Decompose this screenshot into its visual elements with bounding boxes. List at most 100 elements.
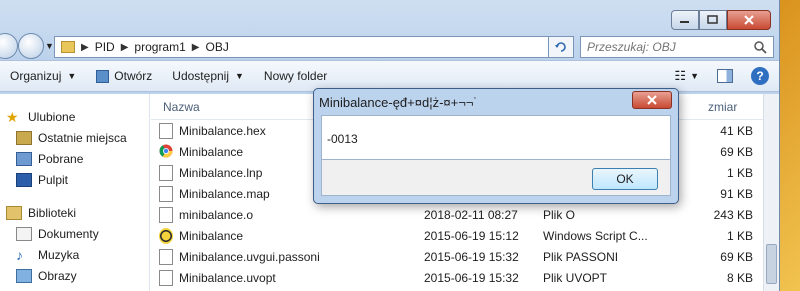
nav-desktop-label: Pulpit [38, 172, 69, 187]
dialog-close-button[interactable] [632, 91, 672, 109]
open-button[interactable]: Otwórz [86, 64, 162, 88]
open-icon [96, 69, 110, 83]
file-size: 1 KB [726, 165, 753, 180]
nav-pictures-label: Obrazy [38, 268, 77, 283]
nav-desktop[interactable]: Pulpit [0, 169, 149, 190]
file-icon [159, 122, 173, 139]
file-name: Minibalance.hex [179, 123, 266, 138]
nav-pictures[interactable]: Obrazy [0, 265, 149, 286]
file-row[interactable]: Minibalance.uvgui.passoni 2015-06-19 15:3… [151, 246, 763, 267]
close-button[interactable] [727, 10, 771, 30]
nav-libraries-label: Biblioteki [28, 205, 77, 220]
file-icon [159, 248, 173, 265]
share-label: Udostępnij [172, 69, 229, 83]
file-row[interactable]: minibalance.o 2018-02-11 08:27 Plik O 243 K… [151, 204, 763, 225]
recent-places-icon [16, 130, 32, 145]
nav-favorites[interactable]: ★ Ulubione [0, 106, 149, 127]
nav-libraries[interactable]: Biblioteki [0, 202, 149, 223]
close-icon [647, 95, 657, 105]
file-size: 41 KB [720, 123, 753, 138]
maximize-icon [707, 15, 718, 24]
scrollbar-thumb[interactable] [766, 244, 777, 284]
refresh-button[interactable] [548, 36, 574, 58]
back-button[interactable] [0, 33, 18, 59]
maximize-button[interactable] [699, 10, 727, 30]
forward-button[interactable] [18, 33, 44, 59]
nav-recent-label: Ostatnie miejsca [38, 130, 127, 145]
ok-button[interactable]: OK [592, 168, 658, 190]
address-bar[interactable]: ▶ PID ▶ program1 ▶ OBJ [54, 36, 574, 58]
search-icon[interactable] [753, 40, 767, 54]
file-name-cell: Minibalance.hex [159, 122, 266, 139]
nav-music[interactable]: ♪ Muzyka [0, 244, 149, 265]
view-options-icon[interactable]: ☷ [674, 68, 686, 84]
chevron-right-icon[interactable]: ▶ [192, 42, 200, 53]
nav-recent[interactable]: Ostatnie miejsca [0, 127, 149, 148]
breadcrumb-pid[interactable]: PID [89, 40, 121, 54]
file-type: Windows Script C... [543, 228, 648, 243]
organize-label: Organizuj [10, 69, 62, 83]
file-date: 2015-06-19 15:32 [424, 270, 519, 285]
nav-documents-label: Dokumenty [38, 226, 99, 241]
file-name: Minibalance.lnp [179, 165, 263, 180]
chevron-down-icon: ▼ [235, 71, 244, 81]
file-date: 2015-06-19 15:12 [424, 228, 519, 243]
dialog-footer: OK [321, 160, 671, 196]
file-icon [159, 164, 173, 181]
vertical-scrollbar[interactable] [763, 94, 779, 291]
file-name-cell: Minibalance [159, 144, 243, 160]
help-icon[interactable]: ? [751, 67, 769, 85]
share-menu[interactable]: Udostępnij ▼ [162, 64, 254, 88]
dialog-body: -0013 [321, 115, 671, 160]
libraries-icon [6, 205, 22, 220]
file-icon [159, 185, 173, 202]
file-row[interactable]: Minibalance.uvopt 2015-06-19 15:32 Plik UV… [151, 267, 763, 288]
file-name: Minibalance [179, 228, 244, 243]
file-icon [159, 206, 173, 223]
chrome-icon [159, 144, 173, 157]
message-dialog: Minibalance-ęđ+¤d¦ż-¤+¬¬˙ -0013 OK [313, 88, 679, 204]
close-icon [744, 15, 754, 25]
search-box[interactable] [580, 36, 774, 58]
chevron-right-icon[interactable]: ▶ [81, 42, 89, 53]
file-size: 69 KB [720, 249, 753, 264]
file-name: Minibalance [179, 144, 244, 159]
nav-favorites-label: Ulubione [28, 109, 76, 124]
downloads-icon [16, 151, 32, 166]
file-name-cell: minibalance.o [159, 206, 254, 223]
pictures-icon [16, 268, 32, 283]
file-row[interactable]: Minibalance 2015-06-19 15:12 Windows Scrip… [151, 225, 763, 246]
column-size[interactable]: zmiar [708, 100, 737, 114]
nav-downloads-label: Pobrane [38, 151, 84, 166]
file-type: Plik PASSONI [543, 249, 619, 264]
file-name-cell: Minibalance.map [159, 185, 270, 202]
chevron-down-icon[interactable]: ▼ [690, 71, 699, 81]
file-size: 8 KB [726, 270, 753, 285]
dialog-title-bar: Minibalance-ęđ+¤d¦ż-¤+¬¬˙ [314, 89, 678, 115]
file-name: Minibalance.uvopt [179, 270, 276, 285]
file-name-cell: Minibalance.uvopt [159, 269, 276, 286]
new-folder-button[interactable]: Nowy folder [254, 64, 337, 88]
documents-icon [16, 226, 32, 241]
breadcrumb-obj[interactable]: OBJ [199, 40, 234, 54]
minimize-button[interactable] [671, 10, 699, 30]
history-dropdown-icon[interactable]: ▼ [45, 41, 54, 51]
folder-icon [61, 41, 75, 53]
dialog-title: Minibalance-ęđ+¤d¦ż-¤+¬¬˙ [319, 94, 478, 110]
music-icon: ♪ [16, 246, 23, 263]
organize-menu[interactable]: Organizuj ▼ [0, 64, 86, 88]
title-bar [0, 0, 779, 32]
navigation-pane: ★ Ulubione Ostatnie miejsca Pobrane Pulp… [0, 94, 150, 291]
chevron-right-icon[interactable]: ▶ [121, 42, 129, 53]
refresh-icon [555, 42, 566, 52]
file-name: Minibalance.uvgui.passoni [179, 249, 320, 264]
search-input[interactable] [587, 40, 747, 54]
nav-downloads[interactable]: Pobrane [0, 148, 149, 169]
column-name[interactable]: Nazwa [163, 100, 200, 114]
star-icon: ★ [6, 108, 19, 125]
file-size: 243 KB [713, 207, 753, 222]
file-name: minibalance.o [179, 207, 254, 222]
preview-pane-icon[interactable] [717, 69, 733, 83]
breadcrumb-program1[interactable]: program1 [128, 40, 191, 54]
nav-documents[interactable]: Dokumenty [0, 223, 149, 244]
